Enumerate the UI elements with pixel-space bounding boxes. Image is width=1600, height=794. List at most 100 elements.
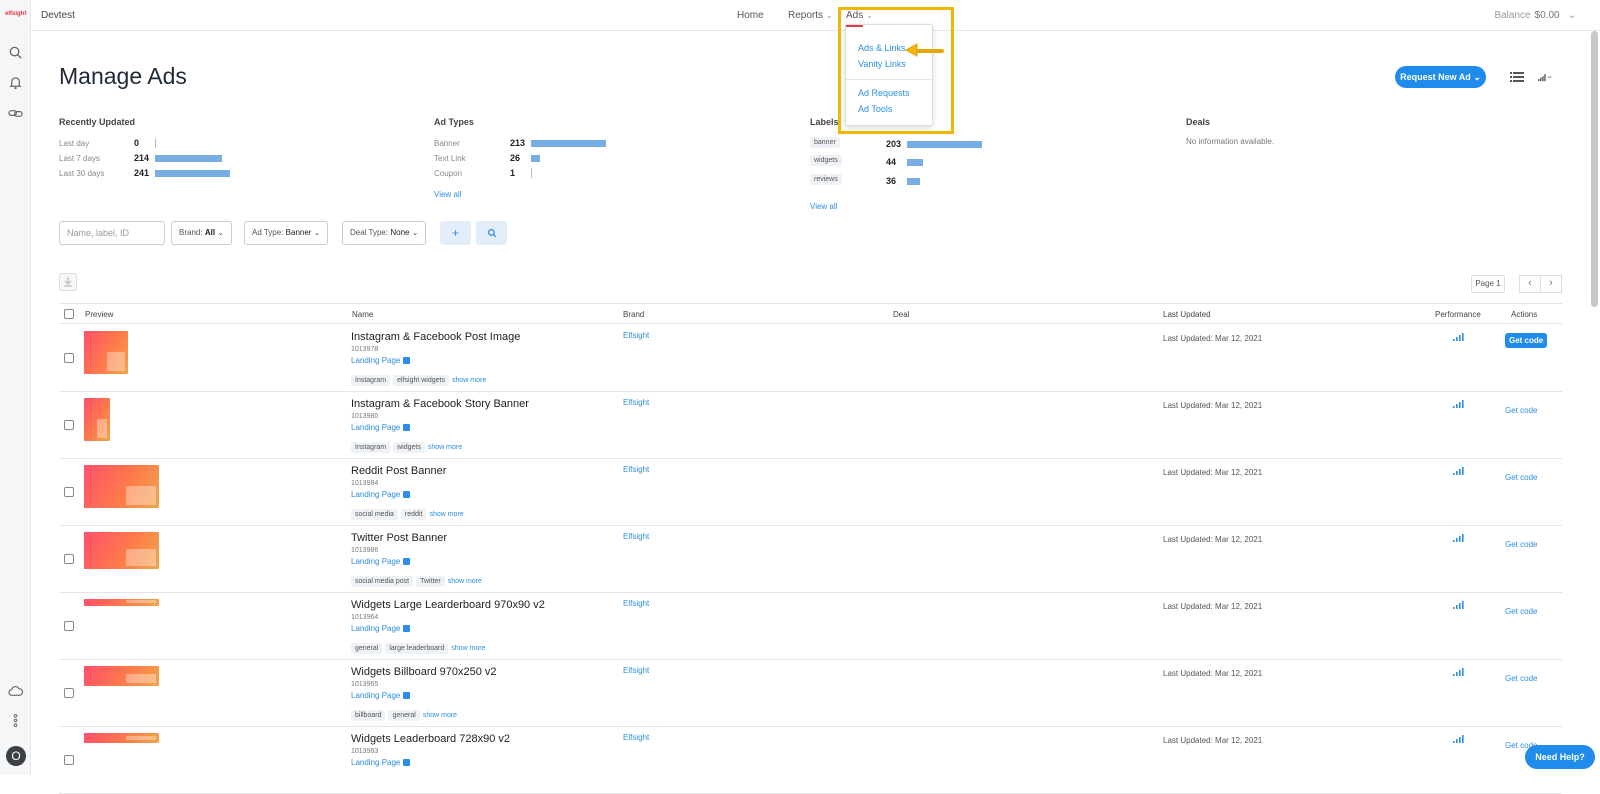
row-checkbox[interactable]: [64, 353, 74, 363]
balance-display[interactable]: Balance $0.00 ⌄: [1494, 10, 1576, 21]
brand-link[interactable]: Elfsight: [623, 666, 649, 675]
brand-link[interactable]: Elfsight: [623, 331, 649, 340]
download-button[interactable]: [59, 273, 77, 291]
tag-pill[interactable]: large leaderboard: [385, 643, 449, 654]
more-vertical-icon[interactable]: [8, 713, 23, 728]
add-filter-button[interactable]: +: [440, 221, 471, 245]
show-more-link[interactable]: show more: [428, 444, 462, 451]
performance-icon[interactable]: [1453, 534, 1464, 542]
list-view-icon[interactable]: [1510, 71, 1524, 83]
signal-icon[interactable]: [1538, 71, 1552, 83]
ad-type-filter[interactable]: Ad Type: Banner ⌄: [244, 221, 329, 245]
need-help-button[interactable]: Need Help?: [1525, 745, 1595, 769]
performance-icon[interactable]: [1453, 333, 1464, 341]
brand-link[interactable]: Elfsight: [623, 465, 649, 474]
ad-name[interactable]: Widgets Leaderboard 728x90 v2: [351, 733, 510, 745]
tag-pill[interactable]: widgets: [393, 442, 425, 453]
labels-view-all-link[interactable]: View all: [810, 202, 837, 211]
nav-home[interactable]: Home: [737, 10, 764, 21]
row-checkbox[interactable]: [64, 755, 74, 765]
label-pill[interactable]: widgets: [810, 155, 842, 166]
search-button[interactable]: [476, 221, 507, 245]
ad-preview-image[interactable]: [84, 532, 159, 569]
show-more-link[interactable]: show more: [429, 511, 463, 518]
ad-name[interactable]: Instagram & Facebook Story Banner: [351, 398, 529, 410]
tag-pill[interactable]: elfsight widgets: [393, 375, 449, 386]
row-checkbox[interactable]: [64, 688, 74, 698]
get-code-button[interactable]: Get code: [1505, 406, 1537, 415]
get-code-button[interactable]: Get code: [1505, 607, 1537, 616]
landing-page-link[interactable]: Landing Page: [351, 423, 411, 432]
get-code-button[interactable]: Get code: [1505, 540, 1537, 549]
ad-types-view-all-link[interactable]: View all: [434, 190, 461, 199]
brand-link[interactable]: Elfsight: [623, 599, 649, 608]
brand-link[interactable]: Elfsight: [623, 733, 649, 742]
show-more-link[interactable]: show more: [423, 712, 457, 719]
performance-icon[interactable]: [1453, 400, 1464, 408]
landing-page-link[interactable]: Landing Page: [351, 490, 411, 499]
ad-preview-image[interactable]: [84, 599, 159, 606]
tag-pill[interactable]: social media: [351, 509, 398, 520]
col-brand[interactable]: Brand: [623, 310, 644, 319]
row-checkbox[interactable]: [64, 554, 74, 564]
performance-icon[interactable]: [1453, 735, 1464, 743]
search-input[interactable]: [59, 221, 165, 245]
ad-name[interactable]: Widgets Large Learderboard 970x90 v2: [351, 599, 545, 611]
ad-preview-image[interactable]: [84, 733, 159, 743]
col-last-updated[interactable]: Last Updated: [1163, 310, 1211, 319]
brand-filter[interactable]: Brand: All ⌄: [171, 221, 232, 245]
get-code-button[interactable]: Get code: [1505, 333, 1548, 348]
bell-icon[interactable]: [8, 75, 23, 90]
app-logo[interactable]: elfsight: [5, 11, 26, 17]
show-more-link[interactable]: show more: [451, 645, 485, 652]
col-name[interactable]: Name: [352, 310, 373, 319]
show-more-link[interactable]: show more: [448, 578, 482, 585]
performance-icon[interactable]: [1453, 668, 1464, 676]
user-avatar[interactable]: O: [6, 746, 26, 766]
get-code-button[interactable]: Get code: [1505, 473, 1537, 482]
tag-pill[interactable]: general: [388, 710, 420, 721]
landing-page-link[interactable]: Landing Page: [351, 624, 411, 633]
row-checkbox[interactable]: [64, 420, 74, 430]
link-icon[interactable]: [8, 106, 23, 121]
chevron-right-icon[interactable]: ›: [1540, 275, 1562, 293]
ad-preview-image[interactable]: [84, 398, 110, 441]
col-deal[interactable]: Deal: [893, 310, 909, 319]
ad-preview-image[interactable]: [84, 666, 159, 686]
tag-pill[interactable]: Twitter: [416, 576, 445, 587]
label-pill[interactable]: banner: [810, 137, 840, 148]
landing-page-link[interactable]: Landing Page: [351, 557, 411, 566]
ad-preview-image[interactable]: [84, 331, 128, 374]
workspace-name[interactable]: Devtest: [41, 10, 75, 21]
get-code-button[interactable]: Get code: [1505, 674, 1537, 683]
ad-name[interactable]: Reddit Post Banner: [351, 465, 446, 477]
tag-pill[interactable]: Instagram: [351, 375, 391, 386]
landing-page-link[interactable]: Landing Page: [351, 758, 411, 767]
request-new-ad-button[interactable]: Request New Ad ⌄: [1395, 66, 1486, 88]
tag-pill[interactable]: social media post: [351, 576, 414, 587]
nav-reports[interactable]: Reports ⌄: [788, 10, 833, 21]
landing-page-link[interactable]: Landing Page: [351, 356, 411, 365]
landing-page-link[interactable]: Landing Page: [351, 691, 411, 700]
tag-pill[interactable]: general: [351, 643, 383, 654]
ad-name[interactable]: Instagram & Facebook Post Image: [351, 331, 520, 343]
performance-icon[interactable]: [1453, 601, 1464, 609]
tag-pill[interactable]: Instagram: [351, 442, 391, 453]
show-more-link[interactable]: show more: [452, 377, 486, 384]
performance-icon[interactable]: [1453, 467, 1464, 475]
brand-link[interactable]: Elfsight: [623, 532, 649, 541]
ad-name[interactable]: Widgets Billboard 970x250 v2: [351, 666, 497, 678]
ad-name[interactable]: Twitter Post Banner: [351, 532, 447, 544]
brand-link[interactable]: Elfsight: [623, 398, 649, 407]
tag-pill[interactable]: reddit: [400, 509, 427, 520]
row-checkbox[interactable]: [64, 487, 74, 497]
chevron-left-icon[interactable]: ‹: [1519, 275, 1541, 293]
search-icon[interactable]: [8, 45, 23, 60]
cloud-icon[interactable]: [8, 684, 23, 699]
tag-pill[interactable]: billboard: [351, 710, 386, 721]
ad-preview-image[interactable]: [84, 465, 159, 508]
select-all-checkbox[interactable]: [64, 309, 74, 319]
label-pill[interactable]: reviews: [810, 174, 842, 185]
page-scrollbar[interactable]: [1591, 31, 1598, 307]
deal-type-filter[interactable]: Deal Type: None ⌄: [342, 221, 427, 245]
